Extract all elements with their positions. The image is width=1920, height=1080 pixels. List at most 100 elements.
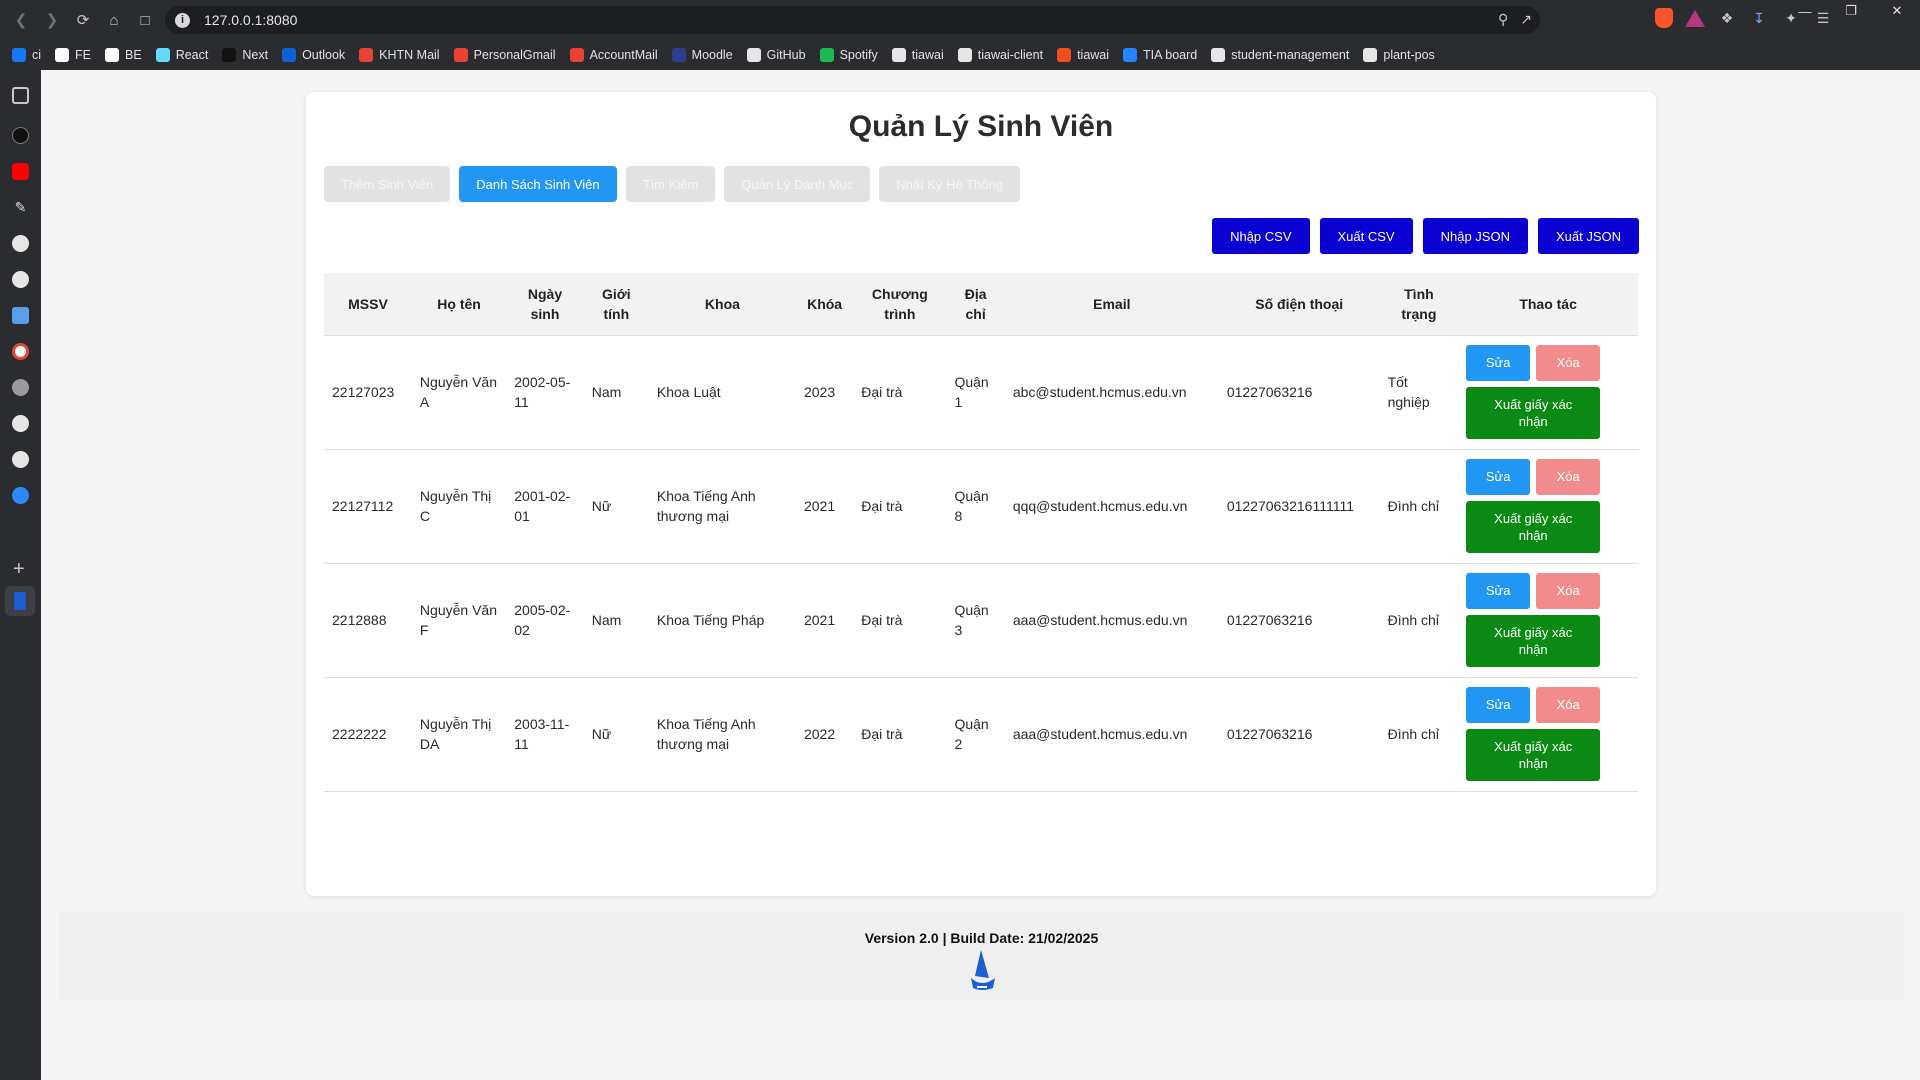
restore-icon[interactable]: ❐	[1828, 0, 1874, 22]
export-certificate-button[interactable]: Xuất giấy xác nhận	[1466, 729, 1601, 781]
github-icon[interactable]	[12, 451, 29, 468]
address-bar[interactable]: i 127.0.0.1:8080 ⚲ ↗	[165, 6, 1540, 34]
tab-system-log[interactable]: Nhật Ký Hệ Thống	[879, 166, 1020, 202]
brave-shields-icon[interactable]	[1655, 8, 1673, 28]
zoom-icon[interactable]: ⚲	[1498, 11, 1508, 28]
github-icon[interactable]	[12, 415, 29, 432]
bookmark-item[interactable]: BE	[105, 48, 142, 62]
import-json-button[interactable]: Nhập JSON	[1422, 218, 1528, 254]
bookmark-item[interactable]: FE	[55, 48, 91, 62]
delete-button[interactable]: Xóa	[1536, 687, 1601, 723]
tab-category-management[interactable]: Quản Lý Danh Mục	[724, 166, 871, 202]
edit-button[interactable]: Sửa	[1466, 459, 1531, 495]
add-panel-icon[interactable]: +	[13, 558, 25, 581]
delete-button[interactable]: Xóa	[1536, 345, 1601, 381]
bookmarks-bar: ci FE BE React Next Outlook KHTN Mail PersonalG…	[0, 40, 1920, 70]
bookmark-item[interactable]: plant-pos	[1363, 48, 1435, 62]
bookmark-favicon-icon	[671, 48, 686, 62]
settings-circle-icon[interactable]	[12, 379, 29, 396]
home-icon[interactable]: ⌂	[101, 7, 127, 33]
site-info-icon[interactable]: i	[175, 12, 190, 28]
bookmark-item[interactable]: PersonalGmail	[453, 48, 556, 62]
image-icon[interactable]	[12, 307, 29, 324]
sidebar-panel-icon[interactable]	[12, 87, 29, 104]
bookmark-item[interactable]: Moodle	[671, 48, 733, 62]
cell-gender: Nam	[583, 335, 649, 450]
bookmark-label: React	[175, 48, 209, 62]
import-csv-button[interactable]: Nhập CSV	[1212, 218, 1310, 254]
cell-address: Quận 1	[946, 335, 1005, 450]
export-certificate-button[interactable]: Xuất giấy xác nhận	[1466, 387, 1601, 439]
bookmark-label: TIA board	[1143, 48, 1198, 62]
google-icon[interactable]	[12, 343, 29, 360]
bookmark-item[interactable]: Next	[222, 48, 268, 62]
edit-button[interactable]: Sửa	[1466, 573, 1531, 609]
main-card: Quản Lý Sinh Viên Thêm Sinh Viên Danh Sá…	[306, 92, 1656, 896]
tab-search[interactable]: Tìm Kiếm	[625, 166, 716, 202]
cell-status: Đình chỉ	[1379, 563, 1459, 678]
pen-icon[interactable]: ✎	[12, 199, 29, 216]
cell-dob: 2005-02-02	[506, 563, 584, 678]
download-icon[interactable]: ↧	[1749, 8, 1769, 28]
bookmark-label: GitHub	[766, 48, 806, 62]
bookmark-item[interactable]: tiawai	[1057, 48, 1109, 62]
page-footer: Version 2.0 | Build Date: 21/02/2025	[59, 912, 1904, 1000]
bookmark-item[interactable]: student-management	[1211, 48, 1349, 62]
bookmark-item[interactable]: GitHub	[746, 48, 806, 62]
export-certificate-button[interactable]: Xuất giấy xác nhận	[1466, 501, 1601, 553]
messenger-icon[interactable]	[12, 487, 29, 504]
export-certificate-button[interactable]: Xuất giấy xác nhận	[1466, 615, 1601, 667]
cell-faculty: Khoa Tiếng Pháp	[648, 563, 796, 678]
tab-student-list[interactable]: Danh Sách Sinh Viên	[459, 166, 617, 202]
cell-status: Đình chỉ	[1379, 677, 1459, 792]
bookmark-favicon-icon	[282, 48, 297, 62]
cell-address: Quận 3	[946, 563, 1005, 678]
cell-mssv: 22127023	[324, 335, 412, 450]
youtube-icon[interactable]	[12, 163, 29, 180]
close-icon[interactable]: ✕	[1874, 0, 1920, 22]
bookmark-item[interactable]: AccountMail	[569, 48, 658, 62]
row-actions: Sửa Xóa Xuất giấy xác nhận	[1466, 573, 1630, 667]
column-header: Số điện thoại	[1218, 273, 1380, 336]
page-title: Quản Lý Sinh Viên	[848, 110, 1114, 143]
brave-rewards-icon[interactable]	[1685, 9, 1705, 27]
forward-icon[interactable]: ❯	[39, 7, 65, 33]
bookmark-item[interactable]: React	[155, 48, 209, 62]
bookmark-item[interactable]: Spotify	[819, 48, 878, 62]
edit-delete-group: Sửa Xóa	[1466, 345, 1601, 381]
bookmark-item[interactable]: tiawai-client	[957, 48, 1043, 62]
edit-button[interactable]: Sửa	[1466, 687, 1531, 723]
minimize-icon[interactable]: —	[1782, 0, 1828, 22]
bookmark-item[interactable]: KHTN Mail	[359, 48, 440, 62]
student-table: MSSV Họ tên Ngày sinh Giới tính Khoa Khóa Chươ…	[324, 273, 1638, 792]
bookmark-item[interactable]: TIA board	[1123, 48, 1197, 62]
reload-icon[interactable]: ⟳	[70, 7, 96, 33]
extensions-icon[interactable]: ❖	[1717, 8, 1737, 28]
cell-program: Đại trà	[853, 563, 947, 678]
tab-add-student[interactable]: Thêm Sinh Viên	[324, 166, 451, 202]
edit-button[interactable]: Sửa	[1466, 345, 1531, 381]
back-icon[interactable]: ❮	[8, 7, 34, 33]
notion-icon[interactable]	[12, 127, 29, 144]
bookmark-label: BE	[125, 48, 142, 62]
export-json-button[interactable]: Xuất JSON	[1537, 218, 1639, 254]
tab-bar: Thêm Sinh Viên Danh Sách Sinh Viên Tìm K…	[324, 166, 1020, 202]
app-logo-icon[interactable]	[14, 592, 26, 610]
delete-button[interactable]: Xóa	[1536, 459, 1601, 495]
bookmark-item[interactable]: ci	[12, 48, 41, 62]
column-header: Ngày sinh	[506, 273, 584, 336]
bookmark-favicon-icon	[55, 48, 70, 62]
bookmark-label: KHTN Mail	[379, 48, 440, 62]
column-header: Tình trạng	[1379, 273, 1459, 336]
github-icon[interactable]	[12, 271, 29, 288]
table-row: 2212888 Nguyễn Văn F 2005-02-02 Nam Khoa Tiế…	[324, 563, 1638, 678]
export-csv-button[interactable]: Xuất CSV	[1319, 218, 1413, 254]
bookmark-favicon-icon	[222, 48, 237, 62]
bookmark-item[interactable]: tiawai	[891, 48, 944, 62]
github-icon[interactable]	[12, 235, 29, 252]
share-icon[interactable]: ↗	[1520, 11, 1532, 28]
version-text: Version 2.0 | Build Date: 21/02/2025	[864, 930, 1099, 946]
delete-button[interactable]: Xóa	[1536, 573, 1601, 609]
bookmark-icon[interactable]: □	[132, 7, 158, 33]
bookmark-item[interactable]: Outlook	[282, 48, 345, 62]
